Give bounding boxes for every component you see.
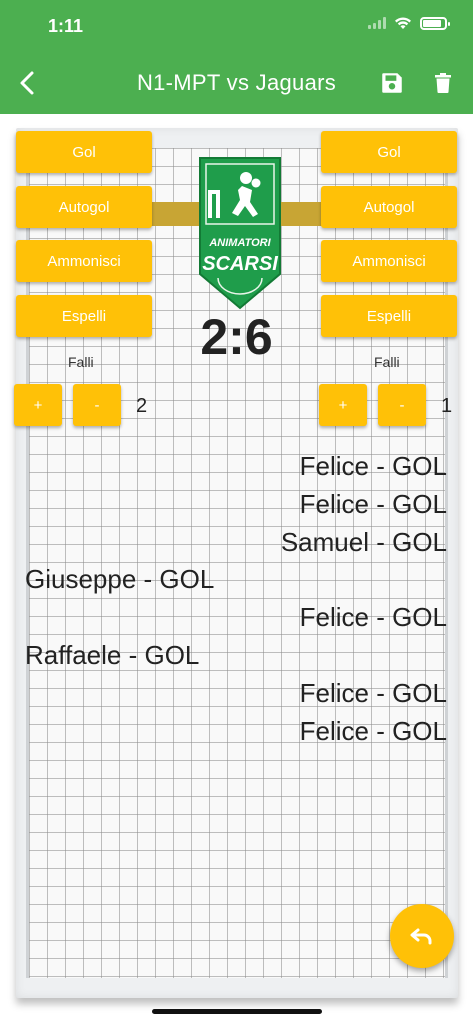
home-foul-minus-button[interactable]: - bbox=[73, 384, 121, 426]
event-entry: Raffaele - GOL bbox=[25, 640, 200, 670]
away-fouls-count: 1 bbox=[441, 395, 453, 417]
away-foul-minus-button[interactable]: - bbox=[378, 384, 426, 426]
team-logo: ANIMATORI SCARSI bbox=[199, 157, 281, 310]
delete-button[interactable] bbox=[431, 69, 455, 97]
home-expel-button[interactable]: Espelli bbox=[16, 295, 152, 337]
save-button[interactable] bbox=[379, 69, 405, 97]
undo-button[interactable] bbox=[390, 904, 454, 968]
event-entry: Samuel - GOL bbox=[280, 526, 447, 557]
match-score: 2:6 bbox=[200, 309, 273, 365]
status-icons bbox=[368, 16, 450, 30]
home-indicator bbox=[152, 1009, 322, 1014]
field-band-left bbox=[146, 202, 206, 226]
home-own-goal-button[interactable]: Autogol bbox=[16, 186, 152, 228]
home-fouls-count: 2 bbox=[136, 395, 148, 417]
event-entry: Felice - GOL bbox=[299, 677, 447, 708]
event-entry: Felice - GOL bbox=[299, 451, 447, 481]
trash-icon bbox=[435, 73, 451, 93]
status-time: 1:11 bbox=[48, 16, 84, 36]
away-warn-button[interactable]: Ammonisci bbox=[321, 240, 457, 282]
event-entry: Felice - GOL bbox=[299, 602, 447, 633]
event-entry: Felice - GOL bbox=[299, 488, 447, 519]
logo-text-line2: SCARSI bbox=[202, 253, 278, 275]
home-foul-plus-button[interactable]: + bbox=[14, 384, 62, 426]
away-goal-button[interactable]: Gol bbox=[321, 131, 457, 173]
logo-text-line1: ANIMATORI bbox=[208, 237, 271, 249]
event-entry: Felice - GOL bbox=[299, 715, 447, 746]
away-own-goal-button[interactable]: Autogol bbox=[321, 186, 457, 228]
away-fouls-label: Falli bbox=[374, 354, 400, 370]
away-expel-button[interactable]: Espelli bbox=[321, 295, 457, 337]
away-foul-plus-button[interactable]: + bbox=[319, 384, 367, 426]
save-icon bbox=[382, 73, 402, 93]
status-bar: 1:11 bbox=[0, 0, 473, 52]
wifi-icon bbox=[395, 17, 411, 29]
home-fouls-label: Falli bbox=[68, 354, 94, 370]
undo-icon bbox=[410, 928, 432, 945]
cellular-signal-icon bbox=[368, 17, 386, 29]
battery-icon bbox=[420, 16, 450, 30]
home-goal-button[interactable]: Gol bbox=[16, 131, 152, 173]
home-warn-button[interactable]: Ammonisci bbox=[16, 240, 152, 282]
app-bar: N1-MPT vs Jaguars bbox=[0, 52, 473, 114]
event-entry: Giuseppe - GOL bbox=[25, 564, 215, 595]
